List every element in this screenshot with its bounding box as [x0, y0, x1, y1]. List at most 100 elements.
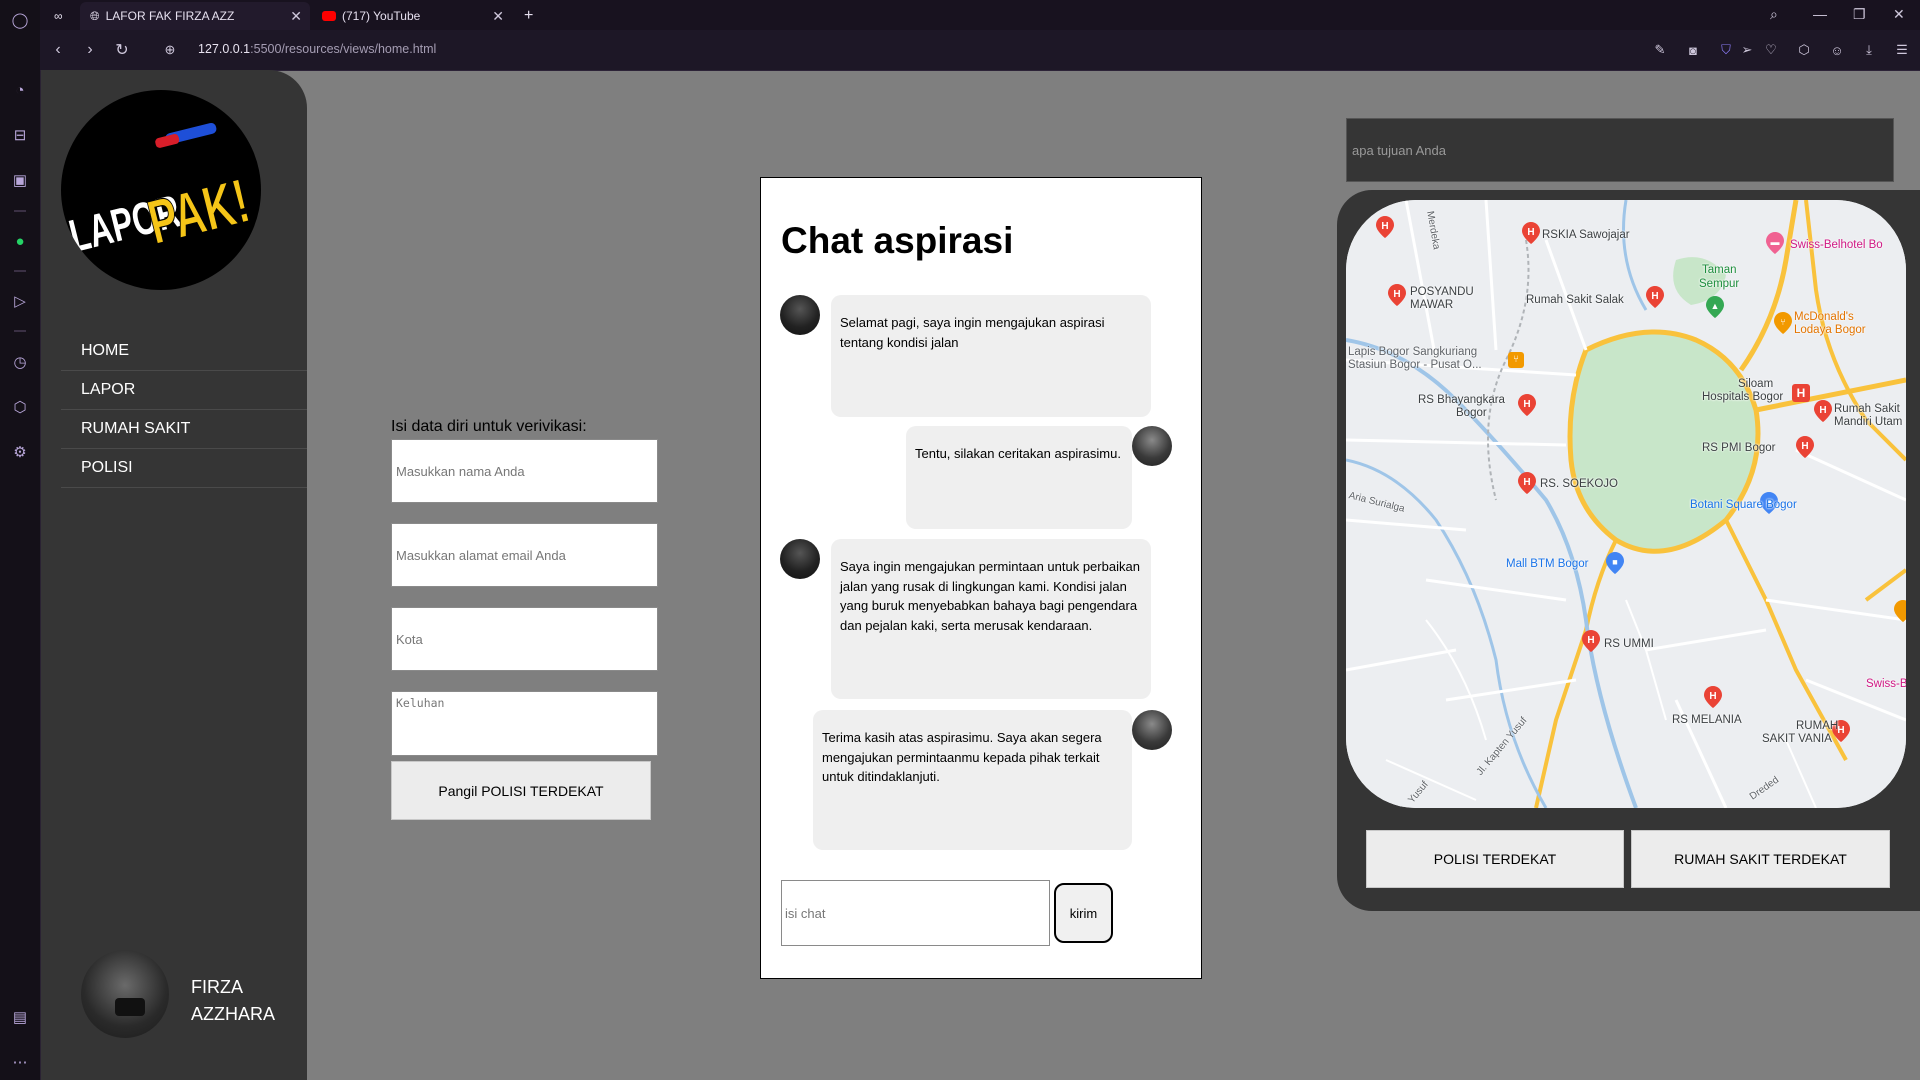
app-sidebar: LAPOR PAK! HOME LAPOR RUMAH SAKIT POLISI…: [41, 70, 307, 1080]
browser-sidebar: ◯ ◔ ⊟ ▣ ● ▷ ◷ ⬡ ⚙ ▤ ⋯: [0, 0, 41, 1080]
globe-icon: 🌐︎: [90, 8, 100, 23]
hotel-pin-icon[interactable]: ▬: [1766, 232, 1784, 254]
hospital-pin-icon[interactable]: H: [1376, 216, 1394, 238]
camera-icon[interactable]: ◙: [1684, 41, 1702, 59]
hospital-pin-icon[interactable]: H: [1704, 686, 1722, 708]
hospital-pin-icon[interactable]: H: [1646, 286, 1664, 308]
hospital-pin-icon[interactable]: H: [1582, 630, 1600, 652]
nearest-police-button[interactable]: POLISI TERDEKAT: [1366, 830, 1624, 888]
nearest-hospital-button[interactable]: RUMAH SAKIT TERDEKAT: [1631, 830, 1890, 888]
hospital-marker-icon[interactable]: H: [1792, 384, 1810, 402]
user-profile: FIRZA AZZHARA: [81, 950, 301, 1042]
svg-text:H: H: [1523, 477, 1530, 488]
menu-icon[interactable]: ☰: [1893, 41, 1911, 59]
youtube-icon: [322, 11, 336, 21]
map-label: RS. SOEKOJO: [1540, 478, 1618, 490]
hospital-pin-icon[interactable]: H: [1518, 472, 1536, 494]
svg-text:⑂: ⑂: [1780, 317, 1785, 327]
svg-text:H: H: [1819, 405, 1826, 416]
nav-lapor[interactable]: LAPOR: [61, 371, 307, 410]
restaurant-pin-icon[interactable]: ⑂: [1774, 312, 1792, 334]
agent-chat-avatar: [1132, 426, 1172, 466]
map-label: RS MELANIA: [1672, 714, 1742, 726]
svg-text:H: H: [1393, 289, 1400, 300]
hospital-pin-icon[interactable]: H: [1518, 394, 1536, 416]
reload-icon[interactable]: ↻: [112, 40, 132, 60]
tab-lapor[interactable]: 🌐︎ LAFOR FAK FIRZA AZZ ✕: [80, 2, 310, 30]
email-field[interactable]: [391, 523, 658, 587]
vpn-shield-icon[interactable]: ⛉: [1717, 41, 1735, 59]
tab-island-icon[interactable]: ∞: [44, 2, 66, 30]
search-tabs-icon[interactable]: ⌕: [1770, 6, 1778, 23]
svg-text:H: H: [1837, 725, 1844, 736]
map-label: Hospitals Bogor: [1702, 391, 1784, 403]
sidebar-divider: [14, 210, 26, 212]
edit-icon[interactable]: ✎: [1651, 41, 1669, 59]
complaint-field[interactable]: [391, 691, 658, 756]
calendar-icon[interactable]: ▣: [8, 168, 32, 192]
call-police-button[interactable]: Pangil POLISI TERDEKAT: [391, 761, 651, 820]
lapor-pak-logo[interactable]: LAPOR PAK!: [61, 90, 261, 290]
hospital-pin-icon[interactable]: H: [1522, 222, 1540, 244]
close-window-icon[interactable]: ✕: [1893, 6, 1905, 23]
svg-text:H: H: [1527, 227, 1534, 238]
chat-input[interactable]: [781, 880, 1050, 946]
download-icon[interactable]: ⤓: [1860, 41, 1878, 59]
gallery-icon[interactable]: ▤: [8, 1005, 32, 1029]
map-panel: H H H H H H H H H H H H ▲ ⑂ ⑂ ■ ■ ▬ RSKI…: [1337, 190, 1920, 911]
url-field[interactable]: 127.0.0.1:5500/resources/views/home.html: [198, 42, 436, 56]
user-avatar: [81, 950, 169, 1038]
history-icon[interactable]: ◷: [8, 350, 32, 374]
close-tab-icon[interactable]: ✕: [290, 8, 302, 25]
nav-rumah-sakit[interactable]: RUMAH SAKIT: [61, 410, 307, 449]
nav-home[interactable]: HOME: [61, 332, 307, 371]
hospital-pin-icon[interactable]: H: [1814, 400, 1832, 422]
map-label: RUMAH: [1796, 720, 1839, 732]
hospital-pin-icon[interactable]: H: [1388, 284, 1406, 306]
name-field[interactable]: [391, 439, 658, 503]
restore-icon[interactable]: ❐: [1853, 6, 1866, 23]
player-icon[interactable]: ▷: [8, 289, 32, 313]
extensions-icon[interactable]: ⬡: [8, 395, 32, 419]
whatsapp-icon[interactable]: ●: [8, 229, 32, 253]
city-field[interactable]: [391, 607, 658, 671]
new-tab-button[interactable]: +: [514, 2, 544, 30]
map-view[interactable]: H H H H H H H H H H H H ▲ ⑂ ⑂ ■ ■ ▬ RSKI…: [1346, 200, 1906, 808]
more-icon[interactable]: ⋯: [8, 1050, 32, 1074]
restaurant-marker-icon[interactable]: ⑂: [1508, 352, 1524, 368]
shopping-bag-icon[interactable]: ⊟: [8, 123, 32, 147]
user-name-line2: AZZHARA: [191, 1004, 276, 1024]
map-label: McDonald's: [1794, 311, 1854, 323]
map-label: Mall BTM Bogor: [1506, 558, 1589, 570]
close-tab-icon[interactable]: ✕: [492, 8, 504, 25]
chat-message-left: Saya ingin mengajukan permintaan untuk p…: [831, 539, 1151, 699]
minimize-icon[interactable]: —: [1813, 6, 1827, 22]
map-label: Swiss-Be: [1866, 678, 1906, 690]
destination-input[interactable]: [1346, 118, 1894, 182]
svg-text:H: H: [1587, 635, 1594, 646]
send-button[interactable]: kirim: [1054, 883, 1113, 943]
speed-dial-icon[interactable]: ◔: [8, 78, 32, 102]
profile-icon[interactable]: ☺: [1828, 41, 1846, 59]
shopping-pin-icon[interactable]: ■: [1606, 552, 1624, 574]
hospital-pin-icon[interactable]: H: [1796, 436, 1814, 458]
heart-icon[interactable]: ♡: [1762, 41, 1780, 59]
nav-polisi[interactable]: POLISI: [61, 449, 307, 488]
user-name: FIRZA AZZHARA: [191, 974, 275, 1028]
map-label: Swiss-Belhotel Bo: [1790, 239, 1883, 251]
map-label: Stasiun Bogor - Pusat O...: [1348, 359, 1482, 371]
park-pin-icon[interactable]: ▲: [1706, 296, 1724, 318]
svg-text:▬: ▬: [1771, 237, 1780, 247]
restaurant-pin-icon[interactable]: [1894, 600, 1906, 622]
forward-icon[interactable]: ›: [80, 40, 100, 60]
svg-text:■: ■: [1612, 557, 1617, 567]
map-label: Sempur: [1699, 278, 1740, 290]
back-icon[interactable]: ‹: [48, 40, 68, 60]
tab-youtube[interactable]: (717) YouTube ✕: [312, 2, 512, 30]
send-icon[interactable]: ➢: [1738, 41, 1756, 59]
map-label: SAKIT VANIA: [1762, 733, 1832, 745]
opera-logo-icon[interactable]: ◯: [8, 8, 32, 32]
site-info-icon[interactable]: ⊕: [160, 40, 180, 60]
cube-icon[interactable]: ⬡: [1795, 41, 1813, 59]
settings-icon[interactable]: ⚙: [8, 440, 32, 464]
